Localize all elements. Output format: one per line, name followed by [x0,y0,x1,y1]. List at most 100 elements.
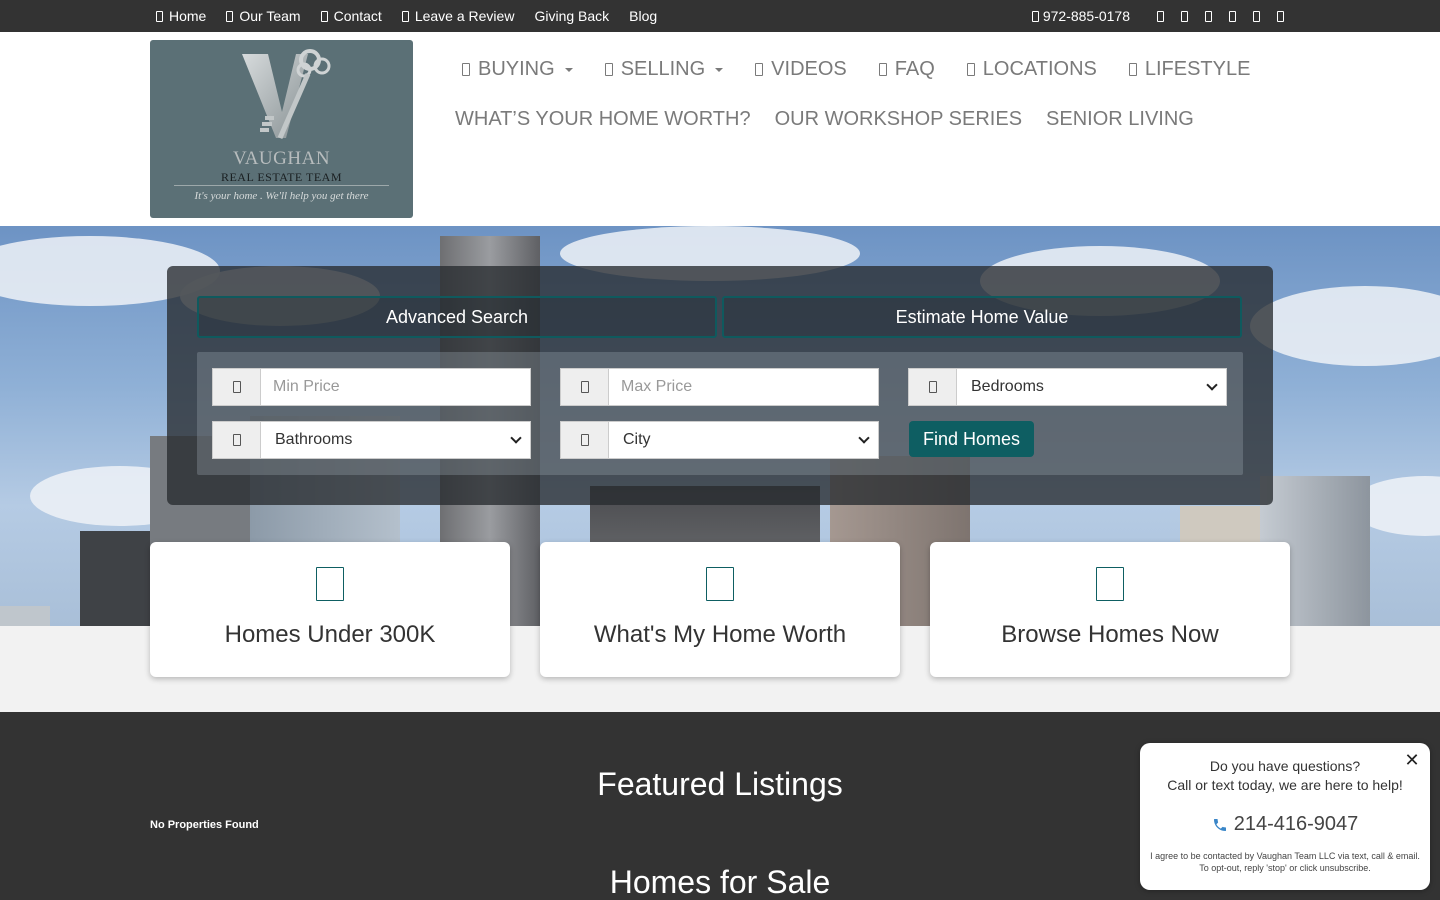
nav-label: VIDEOS [771,58,847,80]
nav-faq[interactable]: FAQ [878,58,935,81]
card-title: Browse Homes Now [1001,621,1219,648]
email-icon[interactable] [1277,10,1284,22]
site-header: VAUGHAN REAL ESTATE TEAM It's your home … [0,32,1440,226]
no-properties-text: No Properties Found [150,819,259,831]
key-icon [462,63,470,76]
chat-prompt: Call or text today, we are here to help! [1167,777,1403,793]
top-link-label: Our Team [239,8,301,24]
home-icon [316,567,344,601]
nav-buying[interactable]: BUYING [462,58,573,81]
min-price-field [212,368,531,406]
top-link-label: Home [169,8,207,24]
card-title: What's My Home Worth [593,621,847,648]
city-select[interactable]: City [609,422,878,458]
max-price-field [560,368,879,406]
instagram-icon[interactable] [1229,10,1236,22]
top-link-home[interactable]: Home [156,8,206,24]
top-links: Home Our Team Contact Leave a Review Giv… [156,0,657,32]
video-icon [755,63,764,76]
logo-brand-sub: REAL ESTATE TEAM [220,170,343,184]
site-logo[interactable]: VAUGHAN REAL ESTATE TEAM It's your home … [150,40,413,218]
top-link-leave-review[interactable]: Leave a Review [401,8,515,24]
tab-advanced-search[interactable]: Advanced Search [197,296,717,338]
find-homes-button[interactable]: Find Homes [909,421,1034,457]
nav-lifestyle[interactable]: LIFESTYLE [1128,58,1251,81]
bedrooms-field: Bedrooms [908,368,1227,406]
home-icon [156,10,163,22]
chat-question: Do you have questions? [1209,758,1361,774]
nav-label: BUYING [478,58,555,80]
nav-workshop-series[interactable]: OUR WORKSHOP SERIES [775,108,1022,131]
star-icon [401,10,409,22]
search-icon [1096,567,1124,601]
min-price-input[interactable] [261,369,530,405]
key-v-logo-icon [242,49,331,140]
bedrooms-select[interactable]: Bedrooms [957,369,1226,405]
search-form: Bedrooms Bathrooms City Find Homes [197,352,1243,475]
top-link-contact[interactable]: Contact [320,8,382,24]
logo-brand-name: VAUGHAN [232,148,331,169]
top-link-blog[interactable]: Blog [629,8,657,24]
dollar-icon [706,567,734,601]
top-right: 972-885-0178 [1031,0,1284,32]
card-whats-my-home-worth[interactable]: What's My Home Worth [540,542,900,677]
bedrooms-value: Bedrooms [971,378,1044,395]
chat-phone-number: 214-416-9047 [1233,813,1359,835]
top-link-our-team[interactable]: Our Team [226,8,301,24]
nav-home-worth[interactable]: WHAT’S YOUR HOME WORTH? [455,108,751,131]
bathrooms-select[interactable]: Bathrooms [261,422,530,458]
question-icon [878,63,887,76]
nav-label: OUR WORKSHOP SERIES [774,108,1023,130]
nav-locations[interactable]: LOCATIONS [966,58,1097,81]
city-value: City [623,431,651,448]
addon [561,422,609,458]
top-link-label: Leave a Review [414,8,515,24]
addon [561,369,609,405]
top-link-label: Contact [333,8,382,24]
twitter-icon[interactable] [1181,10,1188,22]
nav-selling[interactable]: SELLING [604,58,724,81]
map-marker-icon [966,63,975,76]
search-panel: Advanced Search Estimate Home Value Bedr… [167,266,1273,505]
bed-icon [928,381,937,393]
envelope-icon [320,10,328,22]
dollar-icon [232,381,241,393]
chat-disclaimer: I agree to be contacted by Vaughan Team … [1150,851,1420,873]
chevron-down-icon [858,431,870,444]
card-browse-homes-now[interactable]: Browse Homes Now [930,542,1290,677]
max-price-input[interactable] [609,369,878,405]
nav-label: SENIOR LIVING [1046,108,1194,130]
facebook-icon[interactable] [1157,10,1164,22]
card-homes-under-300k[interactable]: Homes Under 300K [150,542,510,677]
card-title: Homes Under 300K [224,621,436,648]
top-phone-number: 972-885-0178 [1042,8,1130,24]
linkedin-icon[interactable] [1205,10,1212,22]
top-link-giving-back[interactable]: Giving Back [534,8,609,24]
bath-icon [232,434,241,446]
chevron-down-icon [510,431,522,444]
phone-icon [1031,10,1039,22]
caret-down-icon [564,67,573,72]
phone-icon [1213,818,1226,831]
caret-down-icon [715,67,724,72]
nav-videos[interactable]: VIDEOS [755,58,847,81]
dollar-icon [580,381,589,393]
main-nav-row-1: BUYING SELLING VIDEOS FAQ LOCATIONS LIFE… [462,58,1250,81]
chat-widget: ✕ Do you have questions? Call or text to… [1140,743,1430,890]
nav-label: LIFESTYLE [1144,58,1251,80]
addon [213,369,261,405]
tab-estimate-home-value[interactable]: Estimate Home Value [722,296,1242,338]
nav-senior-living[interactable]: SENIOR LIVING [1046,108,1194,131]
chat-phone-link[interactable]: 214-416-9047 [1140,813,1430,836]
main-nav-row-2: WHAT’S YOUR HOME WORTH? OUR WORKSHOP SER… [455,108,1194,131]
top-bar: Home Our Team Contact Leave a Review Giv… [0,0,1440,32]
nav-label: SELLING [620,58,706,80]
nav-label: FAQ [894,58,935,80]
users-icon [226,10,234,22]
heart-icon [1128,63,1137,76]
youtube-icon[interactable] [1253,10,1260,22]
top-phone-link[interactable]: 972-885-0178 [1031,8,1130,24]
tag-icon [604,63,613,76]
chevron-down-icon [1206,378,1218,391]
nav-label: WHAT’S YOUR HOME WORTH? [455,108,751,130]
